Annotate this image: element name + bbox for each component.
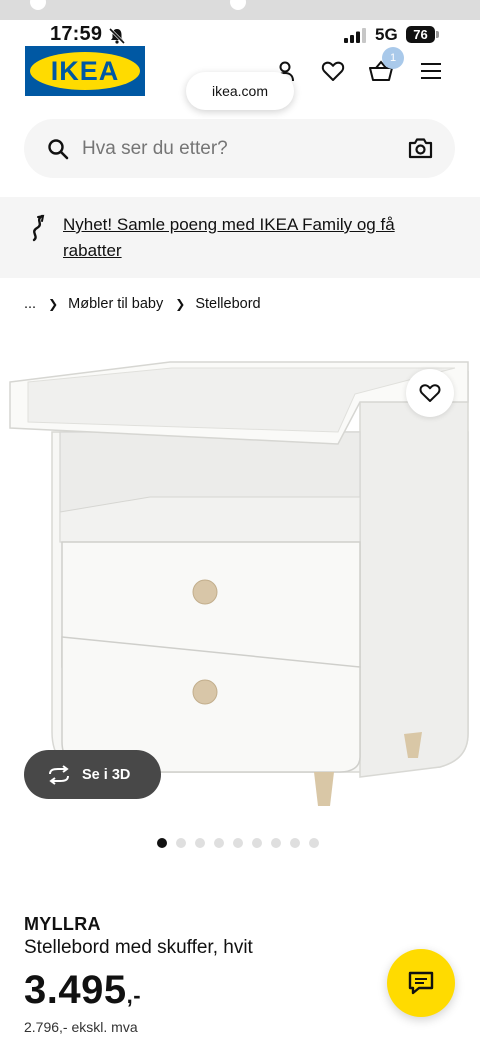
promo-banner[interactable]: Nyhet! Samle poeng med IKEA Family og få…: [0, 197, 480, 278]
product-price: 3.495,-: [24, 968, 141, 1013]
promo-link[interactable]: Nyhet! Samle poeng med IKEA Family og få…: [63, 212, 443, 264]
carousel-dot[interactable]: [157, 838, 167, 848]
chat-bubble-icon: [408, 971, 434, 995]
carousel-dot[interactable]: [195, 838, 205, 848]
carousel-dot[interactable]: [176, 838, 186, 848]
view-in-3d-button[interactable]: Se i 3D: [24, 750, 161, 799]
breadcrumb-ellipsis[interactable]: ...: [24, 296, 36, 312]
carousel-dot[interactable]: [233, 838, 243, 848]
status-time: 17:59: [50, 23, 103, 45]
browser-url-pill[interactable]: ikea.com: [186, 72, 294, 110]
carousel-dot[interactable]: [290, 838, 300, 848]
price-excl-vat: 2.796,- ekskl. mva: [24, 1019, 138, 1035]
hamburger-menu-icon[interactable]: [418, 58, 444, 84]
notification-shade-strip: [0, 0, 480, 20]
ikea-logo[interactable]: IKEA: [25, 46, 145, 96]
carousel-dot[interactable]: [214, 838, 224, 848]
breadcrumb: ... ❯ Møbler til baby ❯ Stellebord: [24, 293, 261, 315]
rotate-3d-icon: [49, 764, 69, 785]
basket-count-badge: 1: [382, 47, 404, 69]
network-type: 5G: [375, 25, 398, 44]
view-in-3d-label: Se i 3D: [82, 766, 131, 783]
image-carousel-dots: [157, 838, 319, 848]
product-description: Stellebord med skuffer, hvit: [24, 937, 253, 958]
breadcrumb-item[interactable]: Møbler til baby: [68, 296, 163, 312]
arrow-zigzag-icon: [32, 214, 45, 242]
search-bar[interactable]: [24, 119, 455, 178]
heart-icon: [419, 384, 441, 402]
search-icon: [48, 139, 69, 160]
battery-indicator: 76: [406, 26, 439, 43]
camera-search-icon[interactable]: [408, 136, 433, 161]
shade-dot: [230, 0, 246, 10]
chat-button[interactable]: [387, 949, 455, 1017]
price-suffix: ,-: [126, 983, 142, 1008]
chevron-right-icon: ❯: [48, 297, 59, 311]
price-value: 3.495: [24, 968, 127, 1012]
breadcrumb-item[interactable]: Stellebord: [195, 296, 260, 312]
product-name: MYLLRA: [24, 914, 101, 934]
favourite-button[interactable]: [406, 369, 454, 417]
chevron-right-icon: ❯: [175, 297, 186, 311]
carousel-dot[interactable]: [309, 838, 319, 848]
bell-muted-icon: [108, 27, 126, 45]
carousel-dot[interactable]: [252, 838, 262, 848]
logo-text: IKEA: [50, 55, 120, 86]
search-input[interactable]: [82, 119, 382, 178]
shade-dot: [30, 0, 46, 10]
cellular-signal-icon: [344, 28, 366, 43]
carousel-dot[interactable]: [271, 838, 281, 848]
heart-icon[interactable]: [320, 58, 346, 84]
logo-oval: IKEA: [30, 52, 140, 90]
